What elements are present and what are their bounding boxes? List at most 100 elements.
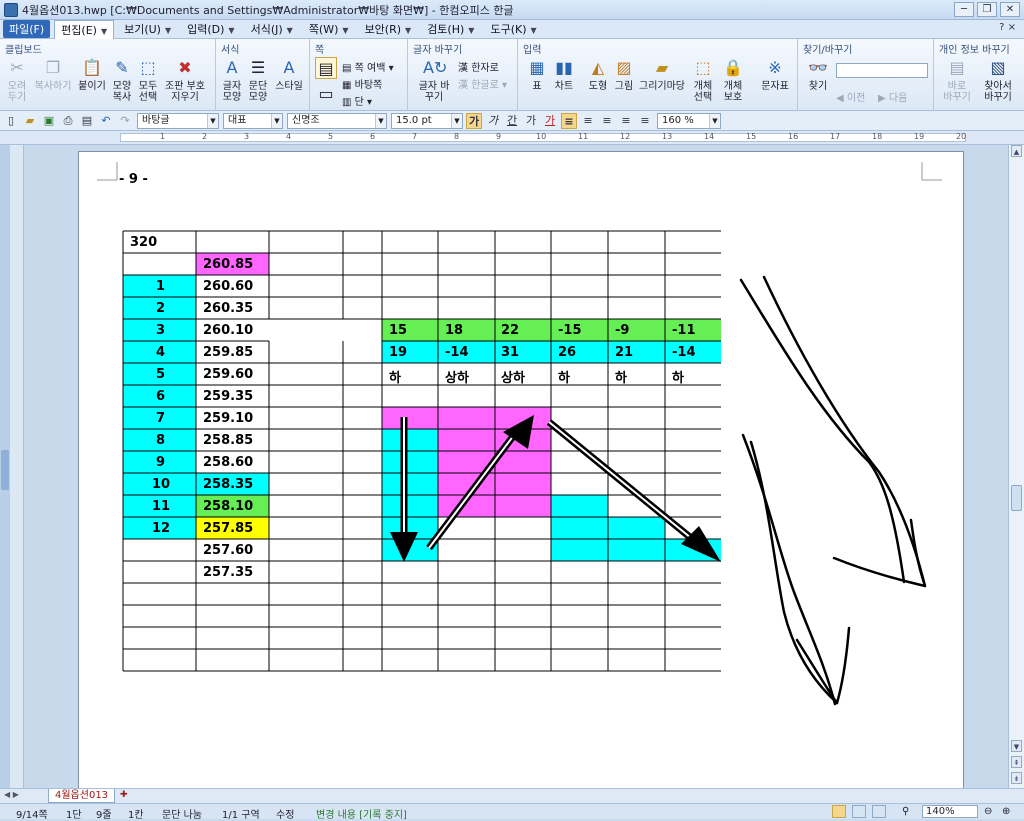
down-arrow <box>390 417 418 562</box>
scroll-thumb[interactable] <box>1011 485 1022 511</box>
chart-button[interactable]: ▮▮ 차트 <box>552 57 576 92</box>
hanja-button[interactable]: 漢 한자로 <box>458 59 499 74</box>
underline-button[interactable]: 간 <box>504 113 520 129</box>
group-clipboard: 클립보드 ✂ 오려 두기 ❐ 복사하기 📋 붙이기 ✎ 모양 복사 ⬚ 모두 선택 ✖ 조판… <box>0 39 216 111</box>
cut-button[interactable]: ✂ 오려 두기 <box>4 57 30 103</box>
align-right-icon[interactable]: ≡ <box>618 113 634 129</box>
align-left-icon[interactable]: ≡ <box>580 113 596 129</box>
page2-button[interactable]: ▭ <box>314 86 338 103</box>
page-up-icon[interactable]: ⇞ <box>1011 756 1022 768</box>
find-next-button[interactable]: ▶ 다음 <box>878 89 907 104</box>
landscape-button[interactable]: ▦ 바탕쪽 <box>342 76 382 91</box>
vertical-scrollbar[interactable]: ▲ ▼ ⇞ ⇟ <box>1008 145 1024 790</box>
document-page[interactable]: - 9 - 320 1 2 3 4 5 6 7 8 9 10 11 12 260… <box>78 151 964 788</box>
tab-nav-icon[interactable]: ◀ ▶ <box>4 790 19 799</box>
align-justify-icon[interactable]: ≡ <box>561 112 577 129</box>
menu-insert[interactable]: 입력(D) ▼ <box>181 20 240 38</box>
doc-tab[interactable]: 4월옵션013 <box>48 789 116 803</box>
page-down-icon[interactable]: ⇟ <box>1011 772 1022 784</box>
view-normal-icon[interactable] <box>832 805 846 818</box>
clipboard-icon: 📋 <box>82 58 102 77</box>
close-button[interactable]: ✕ <box>1000 2 1020 17</box>
object-select-button[interactable]: ⬚ 개체 선택 <box>690 57 716 103</box>
copy-button[interactable]: ❐ 복사하기 <box>34 57 72 92</box>
find-button[interactable]: 👓 찾기 <box>804 57 832 92</box>
align-distribute-icon[interactable]: ≡ <box>637 113 653 129</box>
paste-button[interactable]: 📋 붙이기 <box>78 57 106 92</box>
font-size-input[interactable]: 15.0 pt ▼ <box>391 112 463 129</box>
zoom-select[interactable]: 140% <box>922 805 978 818</box>
minimize-button[interactable]: ─ <box>954 2 974 17</box>
select-all-button[interactable]: ⬚ 모두 선택 <box>136 57 160 103</box>
table-button[interactable]: ▦ 표 <box>526 57 548 92</box>
style-icon: A <box>283 58 295 77</box>
vertical-ruler[interactable] <box>10 145 24 790</box>
find-input[interactable] <box>836 63 928 78</box>
shape-button[interactable]: ◭ 도형 <box>586 57 610 92</box>
page-button[interactable]: ▤ <box>314 57 338 81</box>
char-shape-button[interactable]: A 글자 모양 <box>220 57 244 103</box>
scissors-icon: ✂ <box>10 58 24 77</box>
view-web-icon[interactable] <box>872 805 886 818</box>
zoom-in-icon[interactable]: ⊕ <box>1002 806 1010 817</box>
group-title: 개인 정보 바꾸기 <box>939 45 1010 56</box>
zoom-select[interactable]: 160 % ▼ <box>657 112 721 129</box>
picture-icon: ▨ <box>616 58 632 77</box>
menu-edit[interactable]: 편집(E) ▼ <box>54 19 115 39</box>
column-button[interactable]: ▥ 단 ▾ <box>342 93 372 108</box>
menu-page[interactable]: 쪽(W) ▼ <box>303 20 355 38</box>
help-icon[interactable]: ? × <box>999 22 1016 33</box>
char-convert-button[interactable]: A↻ 글자 바꾸기 <box>416 57 452 103</box>
zoom-out-icon[interactable]: ⊖ <box>984 806 992 817</box>
zoom-search-icon[interactable]: ⚲ <box>902 806 909 817</box>
ruler-mark: 11 <box>578 132 589 141</box>
undo-icon[interactable]: ↶ <box>98 113 114 129</box>
picture-button[interactable]: ▨ 그림 <box>612 57 636 92</box>
menu-security[interactable]: 보안(R) ▼ <box>359 20 418 38</box>
symbol-button[interactable]: ※ 문자표 <box>758 57 792 92</box>
italic-button[interactable]: 가 <box>485 113 501 129</box>
scroll-up-icon[interactable]: ▲ <box>1011 145 1022 157</box>
replace-now-button[interactable]: ▤ 바로 바꾸기 <box>940 57 974 103</box>
style-button[interactable]: A 스타일 <box>274 57 304 92</box>
font-select[interactable]: 신명조 ▼ <box>287 112 387 129</box>
scroll-down-icon[interactable]: ▼ <box>1011 740 1022 752</box>
lang-select[interactable]: 대표 ▼ <box>223 112 283 129</box>
print-icon[interactable]: ⎙ <box>60 113 76 129</box>
ruler-mark: 19 <box>914 132 925 141</box>
maximize-button[interactable]: ❐ <box>977 2 997 17</box>
para-shape-button[interactable]: ☰ 문단 모양 <box>246 57 270 103</box>
bold-button[interactable]: 가 <box>466 112 482 129</box>
strike-button[interactable]: 가 <box>523 113 539 129</box>
menu-tools[interactable]: 도구(K) ▼ <box>484 20 542 38</box>
menu-view[interactable]: 보기(U) ▼ <box>118 20 177 38</box>
new-tab-icon[interactable]: ✚ <box>120 790 128 800</box>
clear-code-button[interactable]: ✖ 조판 부호 지우기 <box>162 57 208 103</box>
style-select[interactable]: 바탕글 ▼ <box>137 112 219 129</box>
menu-format[interactable]: 서식(J) ▼ <box>245 20 299 38</box>
open-folder-icon[interactable]: ▰ <box>22 113 38 129</box>
document-workarea[interactable]: - 9 - 320 1 2 3 4 5 6 7 8 9 10 11 12 260… <box>24 145 1008 788</box>
format-copy-button[interactable]: ✎ 모양 복사 <box>110 57 134 103</box>
find-prev-button[interactable]: ◀ 이전 <box>836 89 865 104</box>
ruler-mark: 20 <box>956 132 967 141</box>
redo-icon[interactable]: ↷ <box>117 113 133 129</box>
view-layout-icon[interactable] <box>852 805 866 818</box>
menu-review[interactable]: 검토(H) ▼ <box>421 20 480 38</box>
horizontal-ruler[interactable]: 1 2 3 4 5 6 7 8 9 10 11 12 13 14 15 16 1… <box>0 131 1024 145</box>
gallery-button[interactable]: ▰ 그리기마당 <box>638 57 686 92</box>
align-center-icon[interactable]: ≡ <box>599 113 615 129</box>
find-replace-icon: ▧ <box>990 58 1006 77</box>
object-protect-button[interactable]: 🔒 개체 보호 <box>718 57 748 103</box>
panel-toggle[interactable] <box>1 450 9 490</box>
preview-icon[interactable]: ▤ <box>79 113 95 129</box>
find-replace-button[interactable]: ▧ 찾아서 바꾸기 <box>978 57 1018 103</box>
hangul-button[interactable]: 漢 한글로 ▾ <box>458 76 507 91</box>
menu-file[interactable]: 파일(F) <box>3 20 51 38</box>
font-color-button[interactable]: 가 <box>542 113 558 129</box>
save-icon[interactable]: ▣ <box>41 113 57 129</box>
page-margin-button[interactable]: ▤ 쪽 여백 ▾ <box>342 59 394 74</box>
app-icon <box>4 2 18 17</box>
new-doc-icon[interactable]: ▯ <box>3 113 19 129</box>
ruler-mark: 17 <box>830 132 841 141</box>
